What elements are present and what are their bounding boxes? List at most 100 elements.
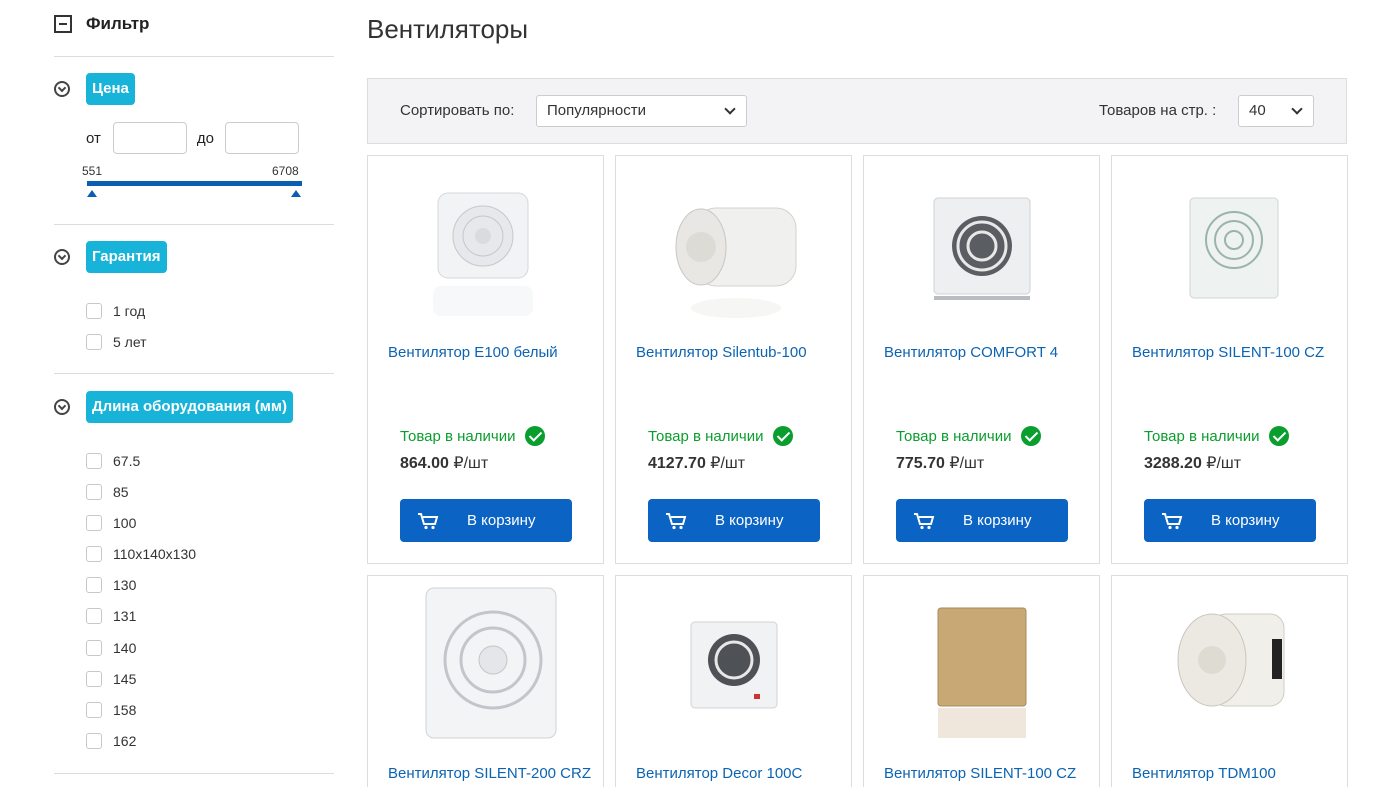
checkbox[interactable] (86, 640, 102, 656)
length-option[interactable]: 131 (86, 608, 136, 624)
product-image[interactable] (1142, 168, 1318, 328)
product-name[interactable]: Вентилятор SILENT-100 CZ (1132, 344, 1324, 361)
availability-status: Товар в наличии (896, 426, 1042, 446)
filter-header[interactable]: Фильтр (54, 14, 149, 34)
product-name[interactable]: Вентилятор Decor 100C (636, 765, 802, 782)
product-card[interactable]: Вентилятор SILENT-100 CZ Товар в наличии… (1111, 155, 1348, 564)
product-card[interactable]: Вентилятор E100 белый Товар в наличии 86… (367, 155, 604, 564)
sort-label: Сортировать по: (400, 102, 515, 119)
checkbox[interactable] (86, 546, 102, 562)
length-option[interactable]: 140 (86, 640, 136, 656)
length-filter-label[interactable]: Длина оборудования (мм) (86, 391, 293, 423)
check-icon (773, 426, 794, 446)
per-page-label: Товаров на стр. : (1099, 102, 1217, 119)
warranty-filter-label[interactable]: Гарантия (86, 241, 167, 273)
price-to-label: до (196, 129, 214, 147)
warranty-option[interactable]: 5 лет (86, 334, 147, 350)
checkbox[interactable] (86, 577, 102, 593)
product-image[interactable] (646, 168, 822, 328)
add-to-cart-button[interactable]: В корзину (400, 499, 572, 542)
product-card[interactable]: Вентилятор Decor 100C (615, 575, 852, 787)
checkbox[interactable] (86, 484, 102, 500)
add-to-cart-label: В корзину (963, 512, 1032, 529)
product-name[interactable]: Вентилятор SILENT-200 CRZ (388, 765, 591, 782)
check-icon (1269, 426, 1290, 446)
option-label: 100 (113, 515, 137, 531)
price-value: 864.00 (400, 455, 449, 472)
per-page-select[interactable]: 40 (1238, 95, 1314, 127)
product-name[interactable]: Вентилятор COMFORT 4 (884, 344, 1058, 361)
product-image[interactable] (398, 168, 574, 328)
filter-sidebar: Фильтр Цена от до 551 6708 Гарантия 1 го… (0, 0, 350, 787)
product-card[interactable]: Вентилятор SILENT-200 CRZ (367, 575, 604, 787)
product-image[interactable] (894, 584, 1070, 744)
product-image[interactable] (1142, 584, 1318, 744)
product-image[interactable] (894, 168, 1070, 328)
option-label: 110x140x130 (113, 546, 197, 562)
price-unit: ₽/шт (1206, 455, 1242, 472)
price-unit: ₽/шт (453, 455, 489, 472)
product-name[interactable]: Вентилятор TDM100 (1132, 765, 1276, 782)
add-to-cart-button[interactable]: В корзину (896, 499, 1068, 542)
price-value: 3288.20 (1144, 455, 1202, 472)
price-filter-label[interactable]: Цена (86, 73, 135, 105)
checkbox[interactable] (86, 733, 102, 749)
cart-icon (914, 512, 935, 529)
cart-icon (666, 512, 687, 529)
length-option[interactable]: 85 (86, 484, 129, 500)
product-card[interactable]: Вентилятор SILENT-100 CZ (863, 575, 1100, 787)
divider (54, 56, 334, 57)
chevron-down-icon[interactable] (54, 81, 70, 97)
price-group-header[interactable]: Цена (54, 73, 135, 105)
product-card[interactable]: Вентилятор Silentub-100 Товар в наличии … (615, 155, 852, 564)
price-max-value: 6708 (272, 164, 299, 178)
slider-min-handle[interactable] (87, 190, 97, 197)
checkbox[interactable] (86, 303, 102, 319)
length-option[interactable]: 145 (86, 671, 136, 687)
slider-max-handle[interactable] (291, 190, 301, 197)
length-option[interactable]: 158 (86, 702, 136, 718)
availability-status: Товар в наличии (1144, 426, 1290, 446)
length-option[interactable]: 100 (86, 515, 136, 531)
add-to-cart-button[interactable]: В корзину (1144, 499, 1316, 542)
product-image[interactable] (398, 584, 574, 744)
price-from-input[interactable] (112, 122, 187, 154)
warranty-group-header[interactable]: Гарантия (54, 241, 167, 273)
product-name[interactable]: Вентилятор E100 белый (388, 344, 558, 361)
product-name[interactable]: Вентилятор SILENT-100 CZ (884, 765, 1076, 782)
length-option[interactable]: 110x140x130 (86, 546, 196, 562)
product-price: 864.00 ₽/шт (400, 453, 488, 473)
option-label: 5 лет (113, 334, 147, 350)
availability-text: Товар в наличии (648, 427, 764, 445)
page-title: Вентиляторы (367, 14, 529, 44)
price-to-input[interactable] (225, 122, 299, 154)
sort-select[interactable]: Популярности (536, 95, 747, 127)
filter-title: Фильтр (86, 14, 150, 33)
length-option[interactable]: 162 (86, 733, 136, 749)
price-range-inputs: от до (86, 122, 299, 154)
price-unit: ₽/шт (949, 455, 985, 472)
product-card[interactable]: Вентилятор COMFORT 4 Товар в наличии 775… (863, 155, 1100, 564)
checkbox[interactable] (86, 515, 102, 531)
checkbox[interactable] (86, 702, 102, 718)
length-option[interactable]: 67.5 (86, 453, 140, 469)
add-to-cart-button[interactable]: В корзину (648, 499, 820, 542)
chevron-down-icon[interactable] (54, 249, 70, 265)
cart-icon (1162, 512, 1183, 529)
warranty-option[interactable]: 1 год (86, 303, 145, 319)
product-card[interactable]: Вентилятор TDM100 (1111, 575, 1348, 787)
add-to-cart-label: В корзину (715, 512, 784, 529)
option-label: 162 (113, 733, 137, 749)
length-option[interactable]: 130 (86, 577, 136, 593)
length-group-header[interactable]: Длина оборудования (мм) (54, 391, 293, 423)
check-icon (1021, 426, 1042, 446)
checkbox[interactable] (86, 608, 102, 624)
product-name[interactable]: Вентилятор Silentub-100 (636, 344, 807, 361)
checkbox[interactable] (86, 334, 102, 350)
checkbox[interactable] (86, 453, 102, 469)
chevron-down-icon[interactable] (54, 399, 70, 415)
product-image[interactable] (646, 584, 822, 744)
price-range-slider[interactable] (87, 181, 302, 186)
checkbox[interactable] (86, 671, 102, 687)
collapse-icon[interactable] (54, 15, 72, 33)
